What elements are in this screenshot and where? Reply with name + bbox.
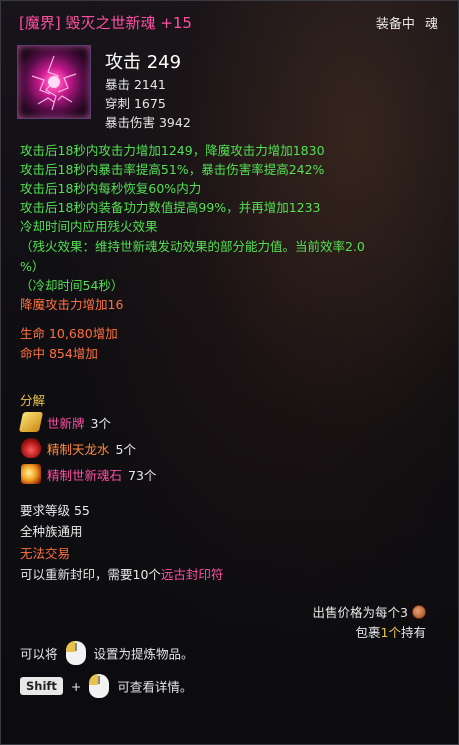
reseal-text: 可以重新封印，需要10个 [20,567,161,582]
refine-hint-prefix: 可以将 [20,646,58,662]
decompose-item-count: 5个 [115,441,136,457]
item-name: 毁灭之世新魂 [65,14,156,32]
effect-line: 攻击后18秒内装备功力数值提高99%，并再增加1233 [20,200,321,215]
decompose-item: 世新牌 3个 [18,411,111,433]
required-level: 要求等级 55 [20,503,90,518]
bonus-accuracy: 命中 854增加 [20,346,98,361]
item-title: [魔界] 毁灭之世新魂 +15 [19,12,192,33]
bag-label: 包裹 [355,625,381,640]
reseal-item-link[interactable]: 远古封印符 [161,567,224,582]
sub-stat-pierce: 穿刺 1675 [105,96,166,111]
decompose-title: 分解 [20,393,46,408]
effect-line: 攻击后18秒内每秒恢复60%内力 [20,181,202,196]
gold-token-icon [18,412,44,432]
equipped-status: 装备中 魂 [376,13,438,32]
effect-line: 冷却时间内应用残火效果 [20,219,158,234]
item-grade: [魔界] [19,14,61,32]
effect-line-demon-attack: 降魔攻击力增加16 [20,297,124,312]
decompose-item-count: 73个 [128,467,157,483]
bag-count-value: 1个 [380,625,401,640]
effect-line: %） [20,259,45,274]
main-stat: 攻击 249 [105,52,182,73]
detail-hint: Shift + 可查看详情。 [20,674,192,698]
potion-icon [21,438,41,458]
trade-restriction: 无法交易 [20,546,71,561]
bag-count: 包裹1个持有 [356,622,426,641]
decompose-item-name: 精制世新魂石 [47,467,123,483]
decompose-item: 精制天龙水 5个 [21,437,136,459]
effect-line: 攻击后18秒内攻击力增加1249，降魔攻击力增加1830 [20,143,325,158]
effect-line: （残火效果：维持世新魂发动效果的部分能力值。当前效率2.0 [20,239,365,254]
refine-hint-suffix: 设置为提炼物品。 [93,646,194,662]
sub-stat-crit: 暴击 2141 [105,77,166,92]
plus-sign: + [70,678,82,694]
sell-price: 出售价格为每个3 [313,602,426,621]
mouse-right-click-icon [89,674,110,698]
sell-price-text: 出售价格为每个3 [312,605,408,620]
reseal-info: 可以重新封印，需要10个远古封印符 [20,564,223,583]
bag-suffix: 持有 [400,625,426,640]
detail-hint-suffix: 可查看详情。 [117,679,193,695]
soul-item-icon [17,45,91,119]
sub-stat-crit-damage: 暴击伤害 3942 [105,115,191,130]
effect-line: （冷却时间54秒） [20,278,124,293]
refine-hint: 可以将 设置为提炼物品。 [20,641,194,665]
decompose-item: 精制世新魂石 73个 [21,463,156,485]
shift-key-icon: Shift [20,677,63,695]
item-tooltip: [魔界] 毁灭之世新魂 +15 装备中 魂 攻击 249 暴击 2141 穿刺 … [0,0,459,745]
soul-stone-icon [21,464,41,484]
slot-label: 魂 [424,17,438,32]
decompose-item-name: 世新牌 [47,415,85,431]
decompose-item-name: 精制天龙水 [47,441,110,457]
copper-coin-icon [412,604,426,619]
race-requirement: 全种族通用 [20,524,83,539]
equipped-label: 装备中 [375,17,415,32]
effect-line: 攻击后18秒内暴击率提高51%，暴击伤害率提高242% [20,162,325,177]
decompose-item-count: 3个 [90,415,111,431]
item-enhance-level: +15 [160,14,192,32]
mouse-right-click-icon [65,641,86,665]
bonus-hp: 生命 10,680增加 [20,326,118,341]
